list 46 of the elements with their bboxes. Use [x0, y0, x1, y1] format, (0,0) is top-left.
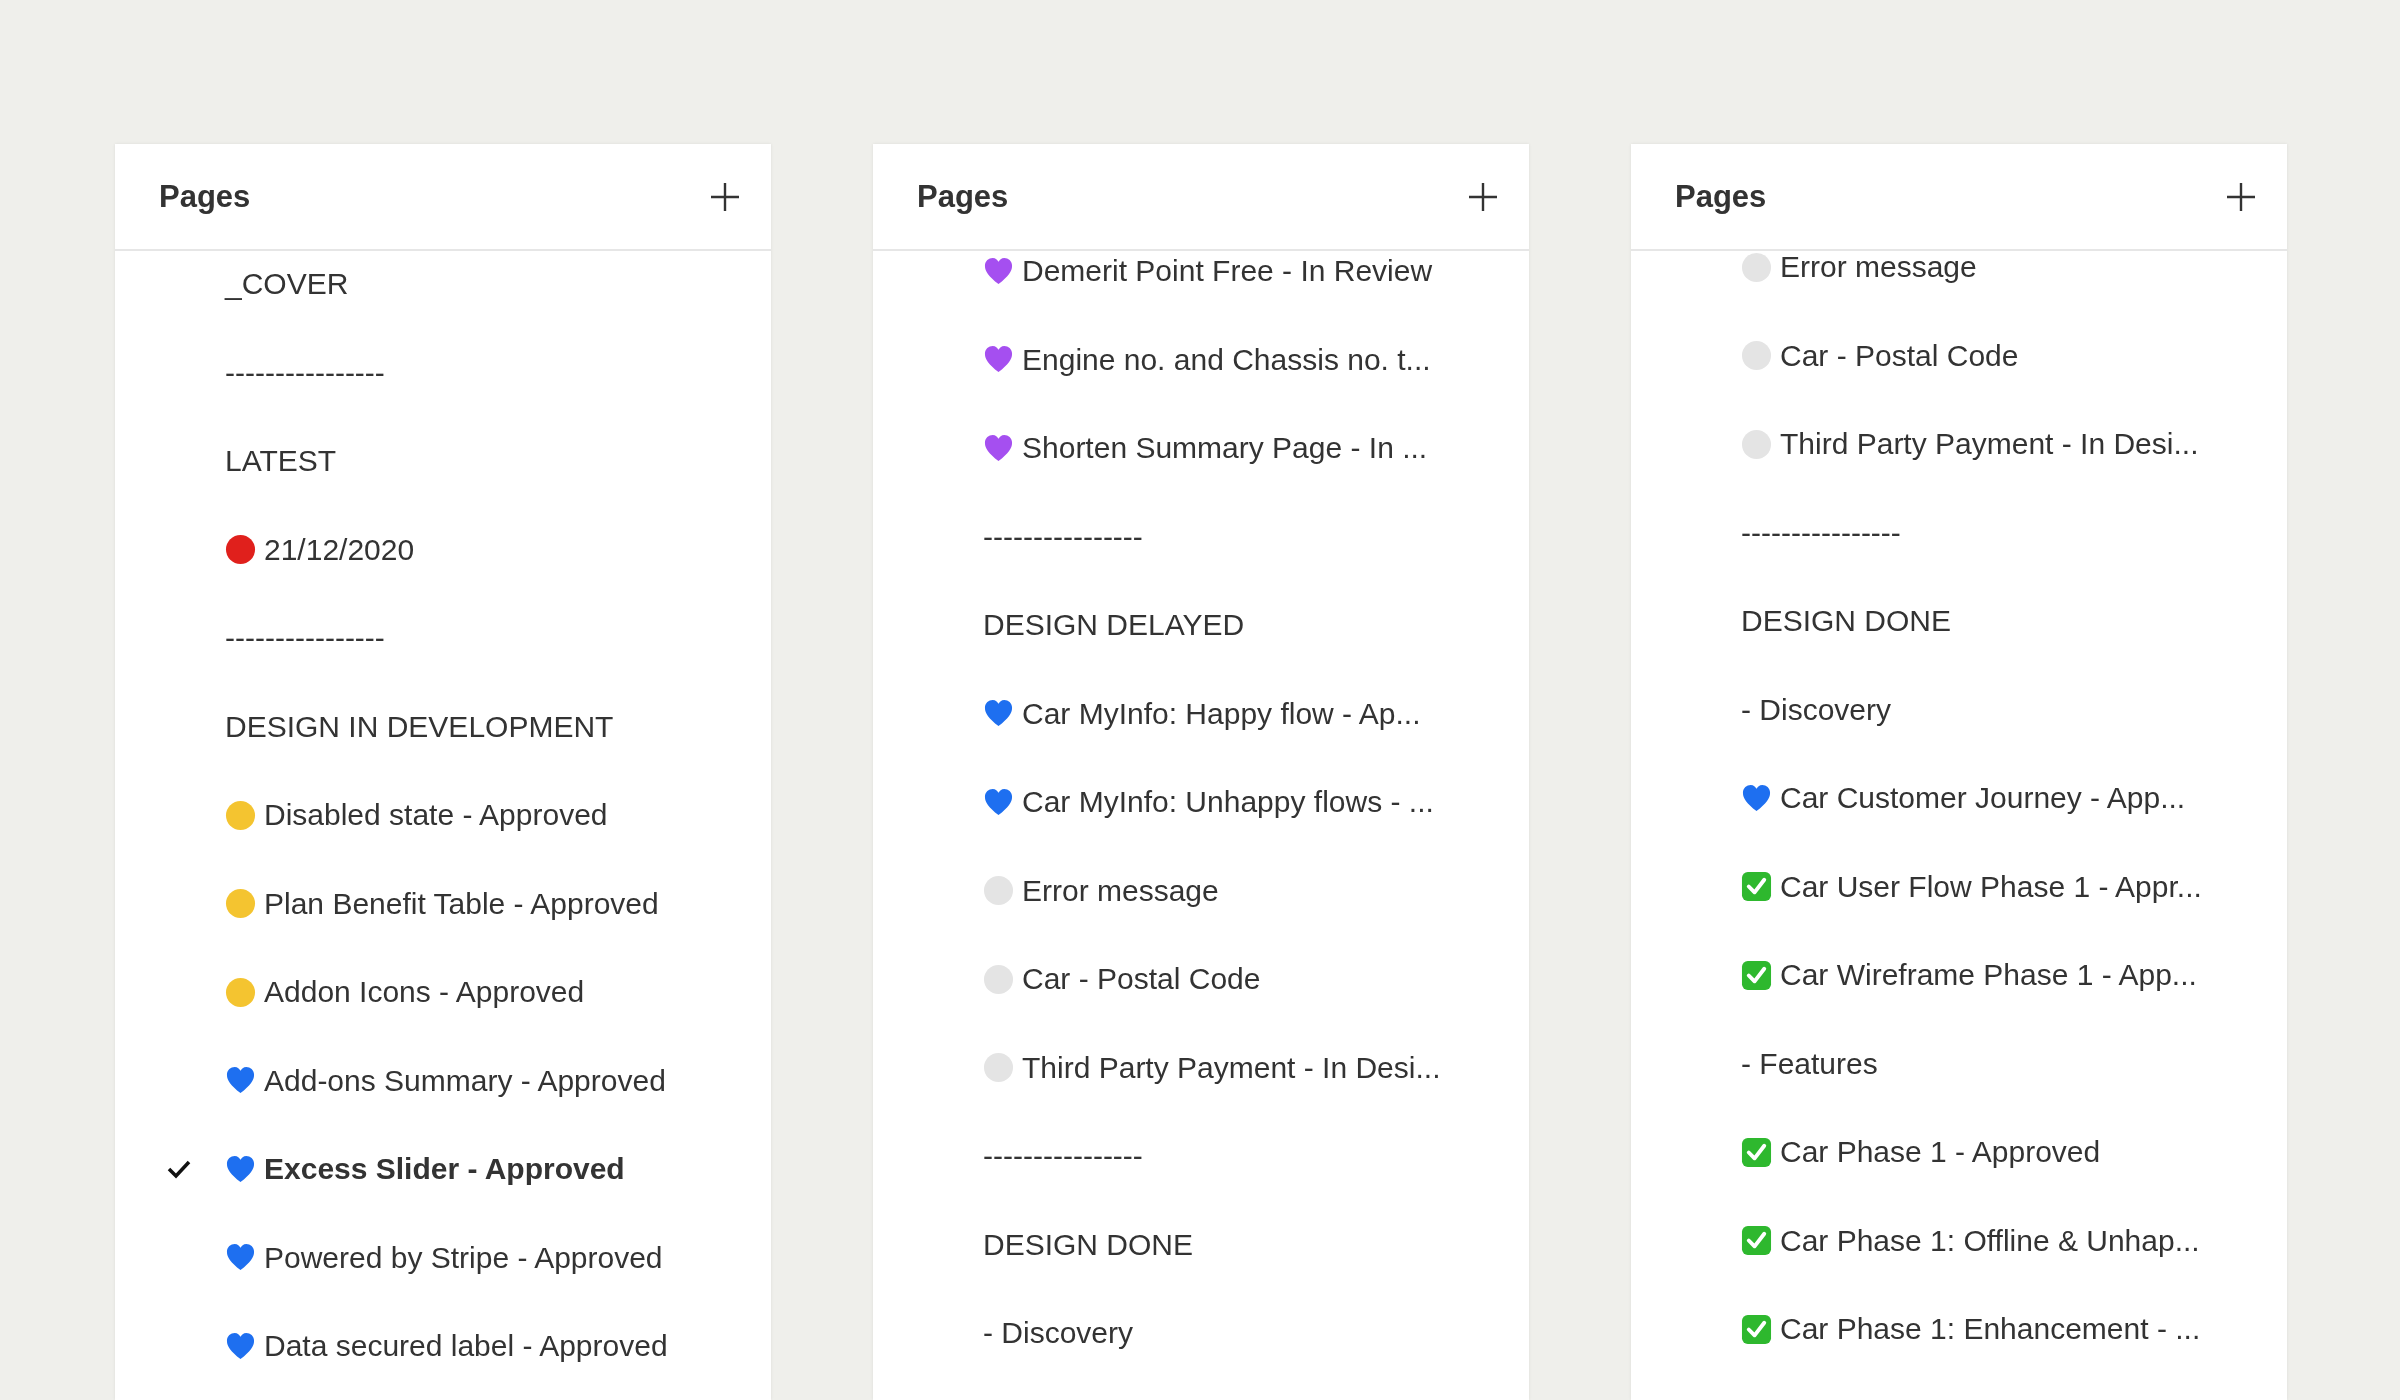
page-item[interactable]: DESIGN IN DEVELOPMENT — [225, 709, 614, 744]
page-item[interactable]: Plan Benefit Table - Approved — [264, 886, 659, 921]
page-item[interactable]: Add-ons Summary - Approved — [264, 1063, 666, 1098]
page-item[interactable]: - Features — [1741, 1046, 1878, 1081]
page-item[interactable]: Addon Icons - Approved — [264, 975, 585, 1010]
page-item[interactable]: Third Party Payment - In Desi... — [1780, 427, 2199, 462]
page-item[interactable]: Disabled state - Approved — [264, 798, 608, 833]
page-item[interactable]: Car MyInfo: Unhappy flows - ... — [1022, 785, 1434, 820]
page-item[interactable]: Car - Postal Code — [1022, 962, 1261, 997]
page-item[interactable]: Shorten Summary Page - In ... — [1022, 431, 1428, 466]
page-item[interactable]: _COVER — [225, 267, 349, 302]
page-item[interactable]: Car - Postal Code — [1780, 338, 2019, 373]
page-item[interactable]: Demerit Point Free - In Review — [1022, 254, 1433, 289]
page-item[interactable]: Third Party Payment - In Desi... — [1022, 1050, 1441, 1085]
page-item[interactable]: Powered by Stripe - Approved — [264, 1240, 663, 1275]
page-item[interactable]: Car Phase 1 - Approved — [1780, 1135, 2101, 1170]
page-item[interactable]: ---------------- — [225, 355, 385, 390]
panel-title: Pages — [1675, 178, 1767, 215]
page-item[interactable]: - Discovery — [983, 1316, 1133, 1351]
page-item[interactable]: Engine no. and Chassis no. t... — [1022, 342, 1431, 377]
page-item[interactable]: ---------------- — [983, 1139, 1143, 1174]
page-item[interactable]: ---------------- — [225, 621, 385, 656]
page-item[interactable]: Car Phase 1: Enhancement - ... — [1780, 1312, 2201, 1347]
page-item[interactable]: DESIGN DONE — [1741, 604, 1952, 639]
page-item[interactable]: Car Customer Journey - App... — [1780, 781, 2186, 816]
page-item[interactable]: Excess Slider - Approved — [264, 1152, 625, 1187]
page-item[interactable]: Car User Flow Phase 1 - Appr... — [1780, 869, 2202, 904]
plus-icon[interactable] — [709, 180, 741, 213]
checkmark-icon — [167, 1159, 191, 1180]
page-item[interactable]: Car Phase 1: Offline & Unhap... — [1780, 1223, 2200, 1258]
page-item[interactable]: Car Wireframe Phase 1 - App... — [1780, 958, 2197, 993]
panel-title: Pages — [917, 178, 1009, 215]
page-item[interactable]: - Discovery — [1741, 692, 1891, 727]
panel-title: Pages — [159, 178, 251, 215]
page-item[interactable]: Car MyInfo: Happy flow - Ap... — [1022, 696, 1421, 731]
plus-icon[interactable] — [2225, 180, 2257, 213]
page-item[interactable]: ---------------- — [983, 519, 1143, 554]
page-item[interactable]: Error message — [1022, 873, 1219, 908]
page-item[interactable]: 21/12/2020 — [264, 532, 415, 567]
page-item[interactable]: ---------------- — [1741, 515, 1901, 550]
page-item[interactable]: DESIGN DELAYED — [983, 608, 1245, 643]
page-item[interactable]: Error message — [1780, 251, 1977, 285]
page-item[interactable]: DESIGN DONE — [983, 1227, 1194, 1262]
plus-icon[interactable] — [1467, 180, 1499, 213]
page-item[interactable]: Data secured label - Approved — [264, 1329, 668, 1364]
page-item[interactable]: LATEST — [225, 444, 337, 479]
